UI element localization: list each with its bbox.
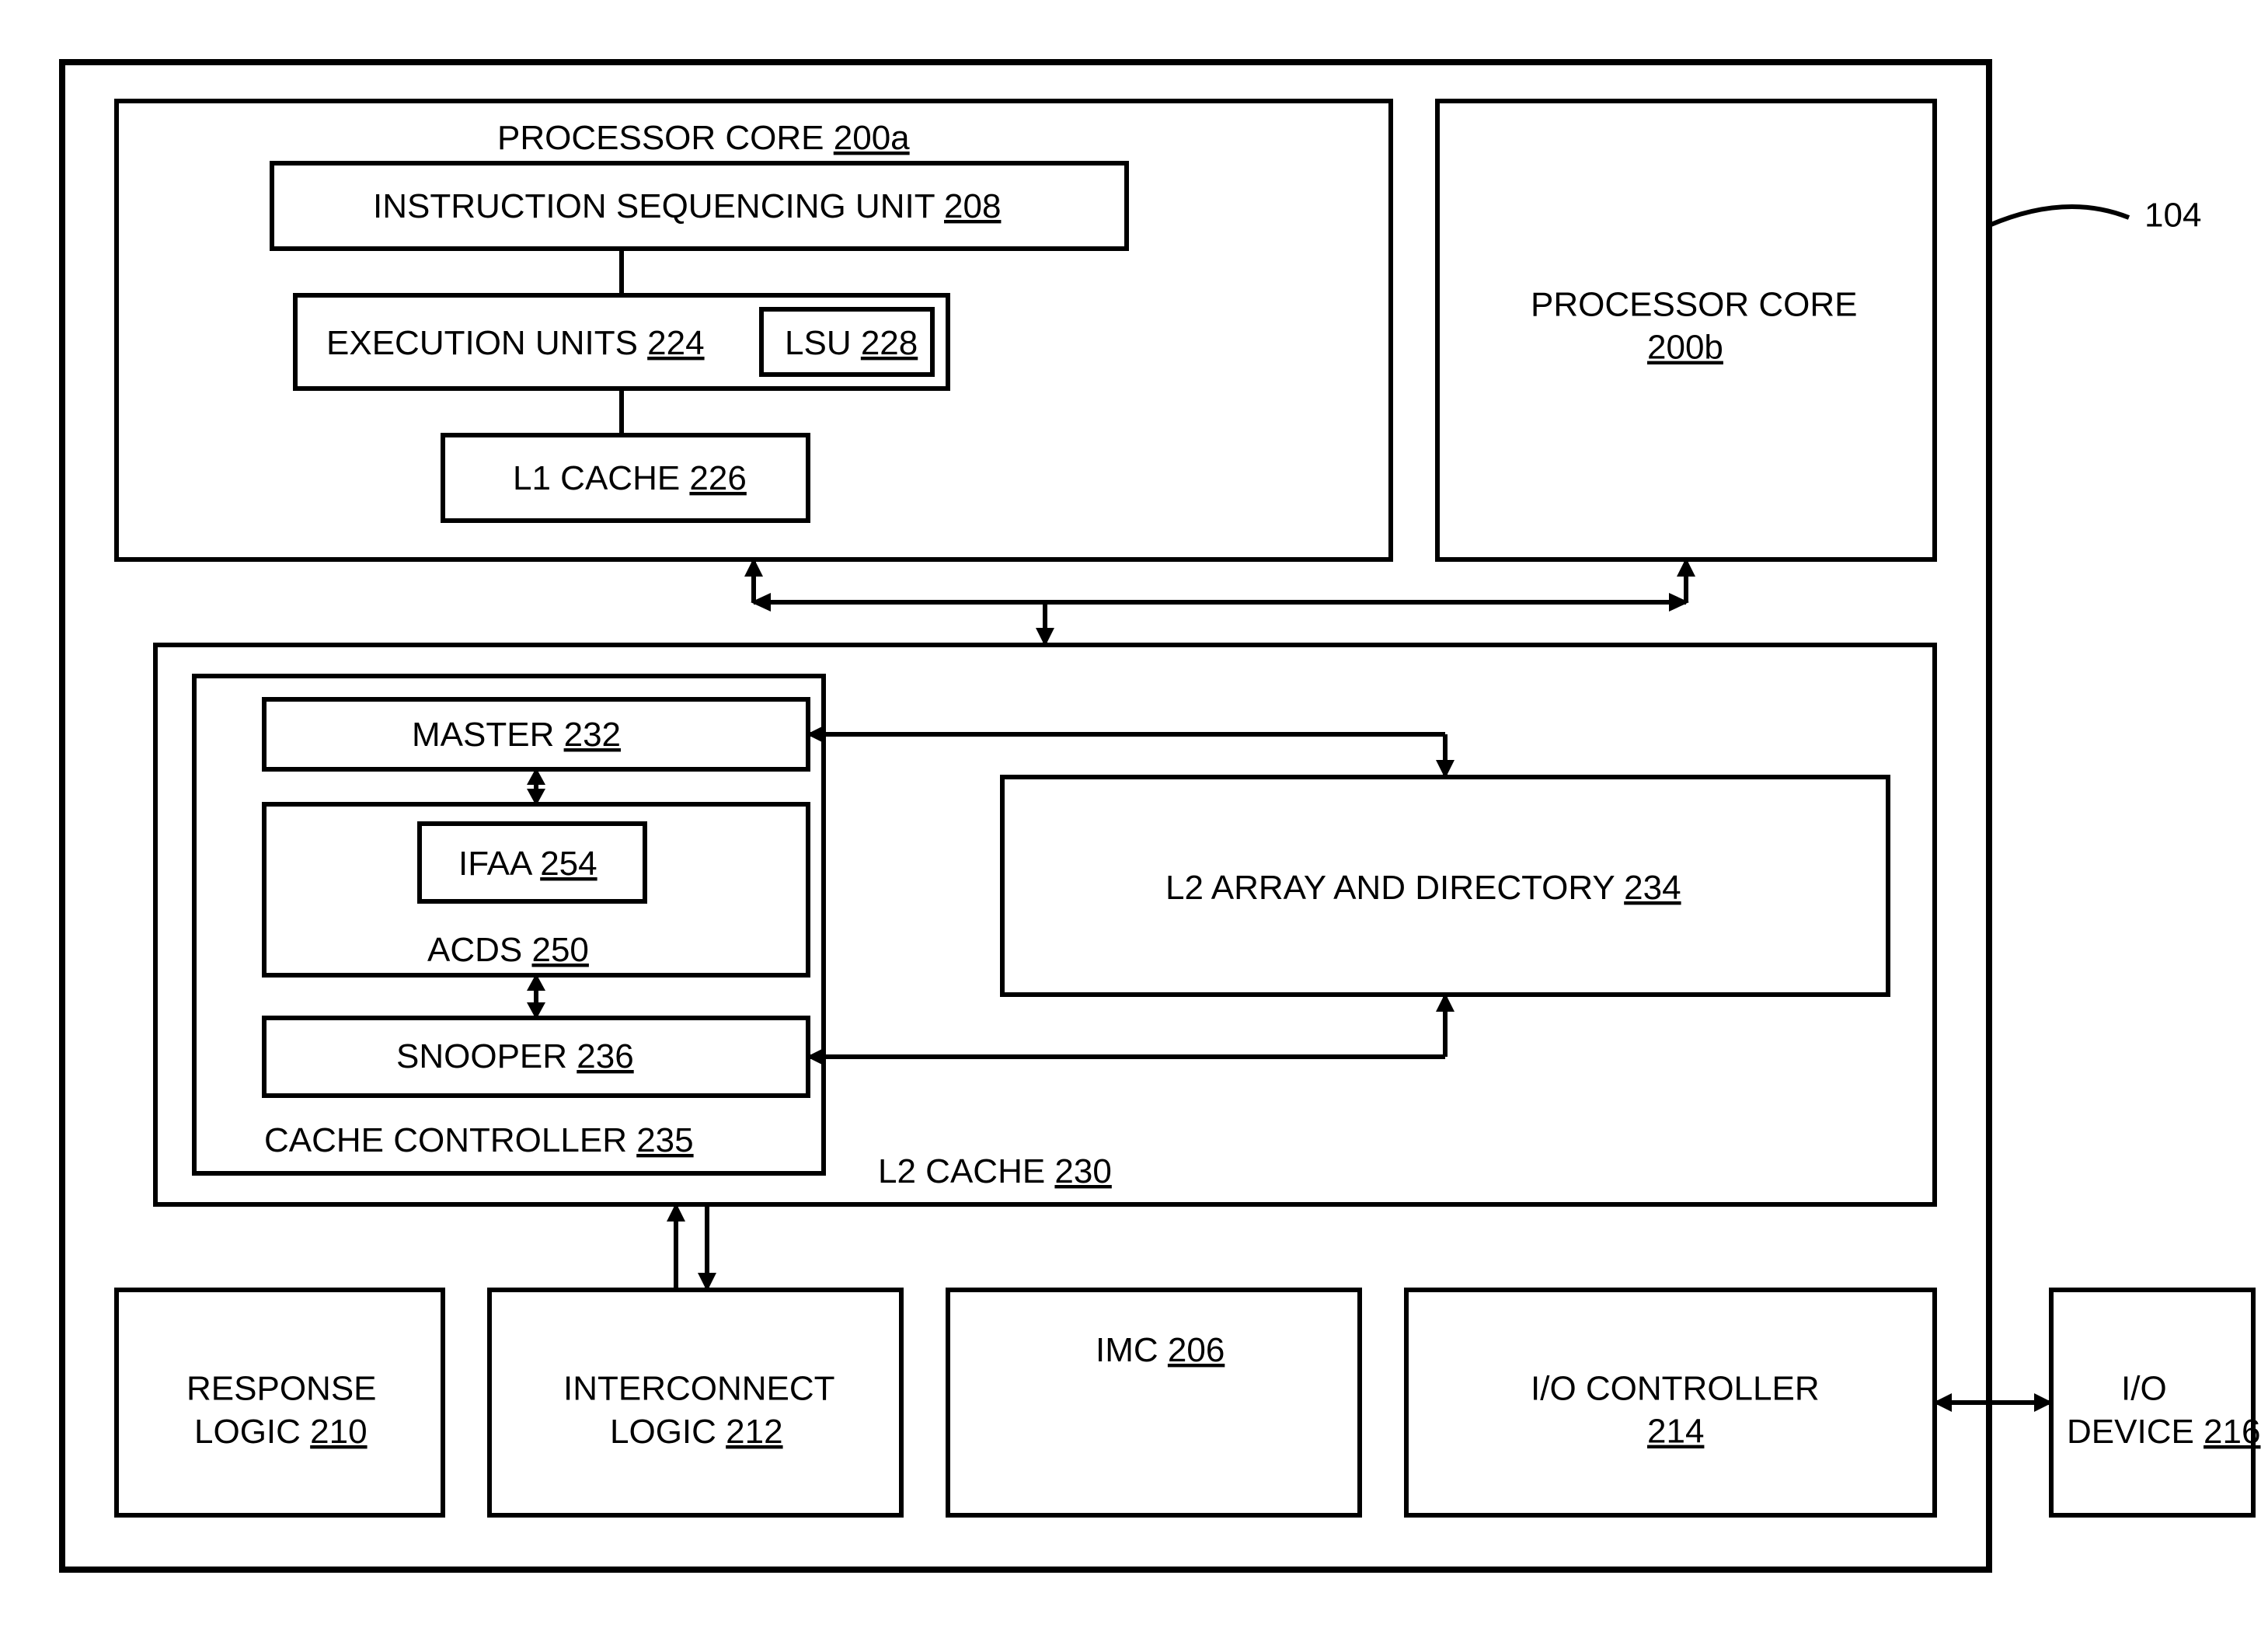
conn-ioctl-iodev [1933, 1393, 2053, 1412]
figure-ref-leader [1989, 207, 2129, 225]
io-device-label-1: I/O [2121, 1370, 2167, 1408]
cache-controller-label: CACHE CONTROLLER 235 [264, 1121, 694, 1159]
isu-label: INSTRUCTION SEQUENCING UNIT 208 [373, 187, 1001, 225]
response-logic-label-1: RESPONSE [186, 1370, 377, 1408]
response-logic-label-2: LOGIC 210 [194, 1413, 368, 1451]
figure-ref: 104 [2144, 197, 2201, 235]
core-b-ref: 200b [1647, 329, 1723, 367]
io-device-label-2: DEVICE 216 [2067, 1413, 2260, 1451]
l2-cache-label: L2 CACHE 230 [878, 1152, 1112, 1190]
processor-block-diagram: 104 PROCESSOR CORE 200a INSTRUCTION SEQU… [0, 0, 2268, 1638]
imc-block [948, 1290, 1360, 1515]
core-a-title: PROCESSOR CORE 200a [497, 119, 910, 157]
ifaa-label: IFAA 254 [458, 845, 597, 883]
snooper-label: SNOOPER 236 [396, 1037, 634, 1075]
acds-label: ACDS 250 [427, 931, 589, 969]
lsu-label: LSU 228 [785, 324, 918, 362]
execution-units-label: EXECUTION UNITS 224 [326, 324, 705, 362]
l1-cache-label: L1 CACHE 226 [513, 459, 747, 497]
io-controller-label-1: I/O CONTROLLER [1531, 1370, 1820, 1408]
interconnect-logic-label-2: LOGIC 212 [610, 1413, 783, 1451]
io-controller-ref: 214 [1647, 1413, 1704, 1451]
imc-label: IMC 206 [1096, 1331, 1225, 1369]
l2-array-label: L2 ARRAY AND DIRECTORY 234 [1165, 869, 1681, 907]
interconnect-logic-label-1: INTERCONNECT [563, 1370, 835, 1408]
master-label: MASTER 232 [412, 716, 621, 754]
core-b-title: PROCESSOR CORE [1531, 286, 1858, 324]
